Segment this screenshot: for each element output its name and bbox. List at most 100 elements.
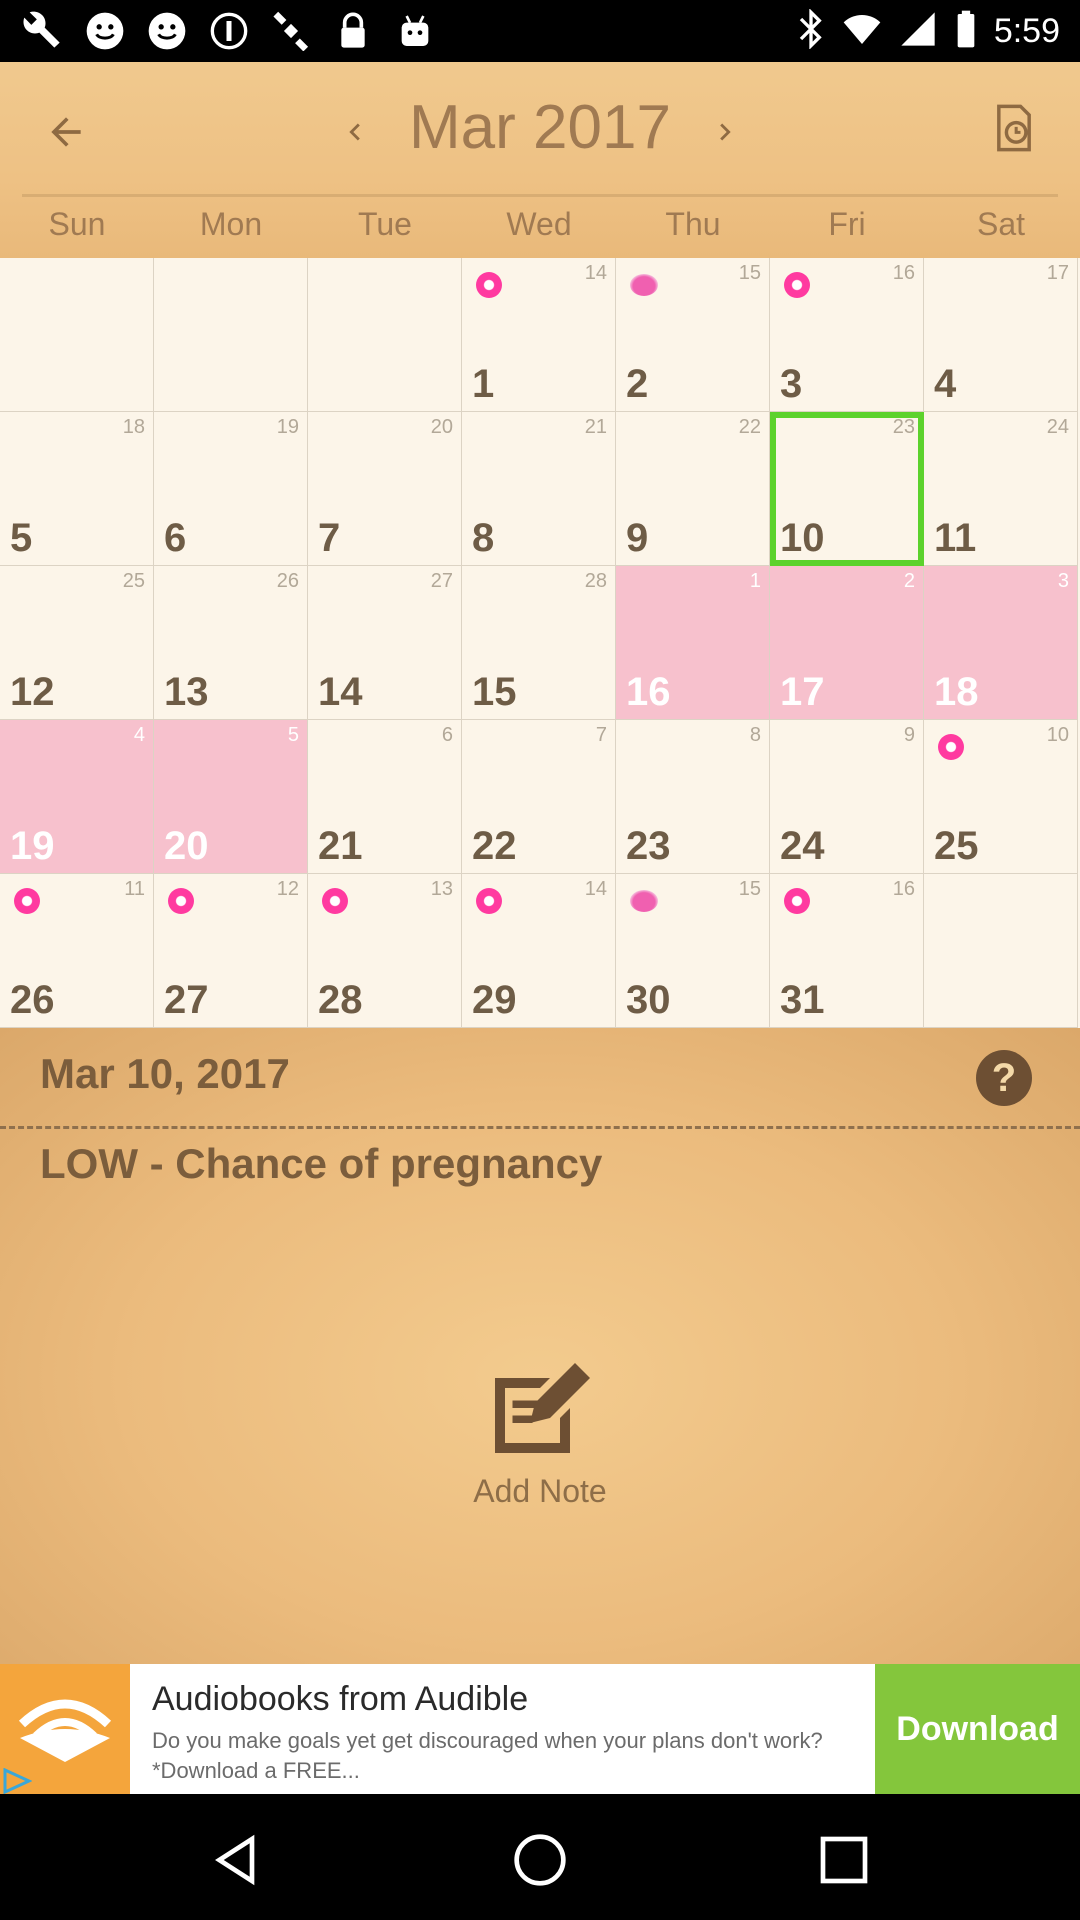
calendar-day-cell[interactable]: 14 29 bbox=[462, 874, 616, 1028]
weekday-label: Sun bbox=[48, 206, 106, 242]
fertile-flower-icon bbox=[322, 888, 348, 914]
lock-icon bbox=[330, 8, 376, 54]
day-number: 8 bbox=[472, 516, 495, 560]
calendar-day-cell[interactable]: 1 16 bbox=[616, 566, 770, 720]
fertile-flower-icon bbox=[938, 734, 964, 760]
calendar-day-cell[interactable]: 2 17 bbox=[770, 566, 924, 720]
day-number: 13 bbox=[164, 670, 209, 714]
cycle-day-number: 9 bbox=[903, 724, 915, 746]
cycle-day-number: 16 bbox=[892, 262, 915, 284]
ad-description: Do you make goals yet get discouraged wh… bbox=[152, 1728, 823, 1783]
day-number: 18 bbox=[934, 670, 979, 714]
pregnancy-chance-text: LOW - Chance of pregnancy bbox=[40, 1140, 603, 1187]
calendar-day-cell[interactable]: 18 5 bbox=[0, 412, 154, 566]
calendar-day-cell[interactable]: 12 27 bbox=[154, 874, 308, 1028]
next-month-button[interactable] bbox=[700, 107, 750, 157]
calendar-day-cell[interactable]: 24 11 bbox=[924, 412, 1078, 566]
cycle-day-number: 7 bbox=[595, 724, 607, 746]
calendar-day-cell[interactable]: 5 20 bbox=[154, 720, 308, 874]
month-title: Mar 2017 bbox=[409, 93, 671, 162]
calendar-day-cell[interactable]: 26 13 bbox=[154, 566, 308, 720]
calendar-settings-button[interactable] bbox=[984, 98, 1044, 158]
cycle-day-number: 28 bbox=[584, 570, 607, 592]
calendar-day-cell[interactable]: 14 1 bbox=[462, 258, 616, 412]
calendar-day-cell[interactable]: 15 30 bbox=[616, 874, 770, 1028]
back-button[interactable] bbox=[36, 102, 96, 162]
cycle-day-number: 10 bbox=[1046, 724, 1069, 746]
signal-icon bbox=[898, 9, 938, 54]
wifi-icon bbox=[842, 9, 882, 54]
help-button[interactable]: ? bbox=[976, 1050, 1032, 1106]
fertile-flower-icon bbox=[476, 272, 502, 298]
calendar-day-cell[interactable]: 4 19 bbox=[0, 720, 154, 874]
satellite-icon bbox=[268, 8, 314, 54]
prev-month-button[interactable] bbox=[330, 107, 380, 157]
selected-date: Mar 10, 2017 bbox=[40, 1050, 290, 1097]
cycle-day-number: 18 bbox=[122, 416, 145, 438]
calendar-day-cell[interactable]: 16 3 bbox=[770, 258, 924, 412]
calendar-day-cell[interactable]: 19 6 bbox=[154, 412, 308, 566]
android-icon bbox=[392, 8, 438, 54]
calendar-day-cell[interactable]: 15 2 bbox=[616, 258, 770, 412]
edit-note-icon bbox=[495, 1363, 590, 1453]
cycle-day-number: 3 bbox=[1057, 570, 1069, 592]
calendar-day-cell[interactable]: 10 25 bbox=[924, 720, 1078, 874]
add-note-button[interactable]: Add Note bbox=[440, 1358, 640, 1510]
calendar-day-cell[interactable]: 27 14 bbox=[308, 566, 462, 720]
recents-square-icon[interactable] bbox=[816, 1832, 872, 1888]
day-number: 29 bbox=[472, 978, 517, 1022]
document-clock-icon bbox=[997, 104, 1031, 152]
calendar-day-cell[interactable]: 9 24 bbox=[770, 720, 924, 874]
smiley-icon bbox=[82, 8, 128, 54]
ad-choices-icon[interactable] bbox=[2, 1768, 32, 1794]
fertile-flower-icon bbox=[784, 888, 810, 914]
calendar-empty-cell bbox=[924, 874, 1078, 1028]
day-number: 9 bbox=[626, 516, 649, 560]
cycle-day-number: 16 bbox=[892, 878, 915, 900]
back-triangle-icon[interactable] bbox=[210, 1832, 266, 1888]
weekday-label: Tue bbox=[358, 206, 412, 242]
day-number: 7 bbox=[318, 516, 341, 560]
day-number: 2 bbox=[626, 362, 649, 406]
calendar-day-cell[interactable]: 6 21 bbox=[308, 720, 462, 874]
day-number: 16 bbox=[626, 670, 671, 714]
calendar-day-cell[interactable]: 28 15 bbox=[462, 566, 616, 720]
weekday-label: Wed bbox=[506, 206, 572, 242]
info-icon bbox=[206, 8, 252, 54]
calendar-empty-cell bbox=[0, 258, 154, 412]
weekday-label: Fri bbox=[828, 206, 866, 242]
cycle-day-number: 12 bbox=[276, 878, 299, 900]
calendar-day-cell[interactable]: 3 18 bbox=[924, 566, 1078, 720]
day-number: 5 bbox=[10, 516, 33, 560]
calendar-day-cell[interactable]: 20 7 bbox=[308, 412, 462, 566]
fertile-flower-icon bbox=[168, 888, 194, 914]
calendar-grid: 14 1 15 2 16 3 17 4 18 5 19 6 20 7 21 8 22 9 23 10 24 11 25 12 2… bbox=[0, 258, 1080, 1028]
bluetooth-icon bbox=[796, 7, 826, 54]
calendar-day-cell[interactable]: 25 12 bbox=[0, 566, 154, 720]
home-circle-icon[interactable] bbox=[512, 1832, 568, 1888]
day-number: 6 bbox=[164, 516, 187, 560]
header-divider bbox=[22, 194, 1058, 197]
calendar-day-cell[interactable]: 17 4 bbox=[924, 258, 1078, 412]
calendar-day-cell[interactable]: 11 26 bbox=[0, 874, 154, 1028]
cycle-day-number: 6 bbox=[441, 724, 453, 746]
day-number: 28 bbox=[318, 978, 363, 1022]
cycle-day-number: 11 bbox=[124, 878, 145, 900]
cycle-day-number: 1 bbox=[749, 570, 761, 592]
ad-banner[interactable]: Audiobooks from Audible Do you make goal… bbox=[0, 1664, 1080, 1794]
calendar-day-cell[interactable]: 22 9 bbox=[616, 412, 770, 566]
calendar-day-cell[interactable]: 8 23 bbox=[616, 720, 770, 874]
chevron-left-icon bbox=[349, 123, 360, 141]
day-number: 11 bbox=[934, 516, 977, 560]
calendar-day-cell[interactable]: 21 8 bbox=[462, 412, 616, 566]
day-number: 27 bbox=[164, 978, 209, 1022]
calendar-day-cell[interactable]: 7 22 bbox=[462, 720, 616, 874]
ovulation-egg-icon bbox=[630, 890, 658, 912]
day-number: 25 bbox=[934, 824, 979, 868]
ad-download-button[interactable]: Download bbox=[875, 1664, 1080, 1794]
calendar-day-cell[interactable]: 13 28 bbox=[308, 874, 462, 1028]
calendar-day-cell[interactable]: 16 31 bbox=[770, 874, 924, 1028]
cycle-day-number: 14 bbox=[584, 262, 607, 284]
battery-icon bbox=[954, 9, 978, 54]
cycle-day-number: 15 bbox=[738, 878, 761, 900]
